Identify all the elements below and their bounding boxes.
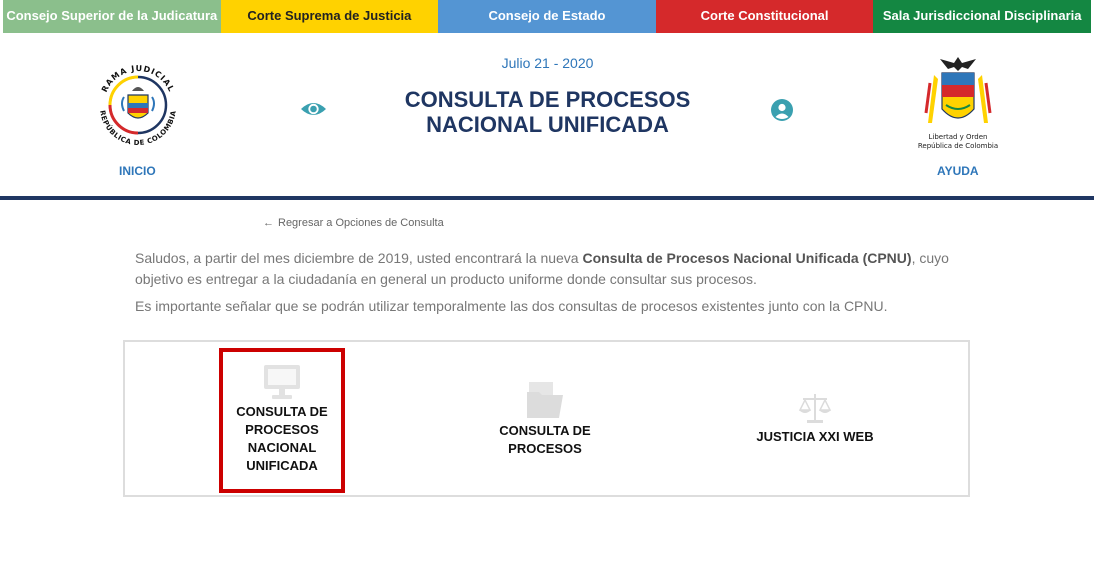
tab-corte-suprema[interactable]: Corte Suprema de Justicia bbox=[220, 0, 439, 33]
arrow-left-icon: ← bbox=[263, 217, 274, 229]
page-title-line1: CONSULTA DE PROCESOS bbox=[404, 87, 691, 112]
page-date: Julio 21 - 2020 bbox=[501, 55, 594, 71]
cpnu-highlight: Consulta de Procesos Nacional Unificada … bbox=[582, 250, 912, 266]
scales-icon bbox=[798, 394, 832, 423]
back-to-options-link[interactable]: ← Regresar a Opciones de Consulta bbox=[263, 217, 444, 229]
top-institution-tabs: Consejo Superior de la Judicatura Corte … bbox=[3, 0, 1091, 33]
tab-consejo-estado[interactable]: Consejo de Estado bbox=[438, 0, 656, 33]
intro-paragraph-2: Es importante señalar que se podrán util… bbox=[135, 298, 888, 314]
svg-text:República de Colombia: República de Colombia bbox=[918, 142, 998, 150]
page-title-line2: NACIONAL UNIFICADA bbox=[426, 112, 669, 137]
header-divider bbox=[0, 196, 1094, 200]
svg-text:Libertad y Orden: Libertad y Orden bbox=[929, 133, 988, 141]
folder-icon bbox=[527, 382, 563, 418]
option-cpnu-label: CONSULTA DE PROCESOS NACIONAL UNIFICADA bbox=[236, 404, 328, 473]
option-consulta-procesos[interactable]: CONSULTA DE PROCESOS bbox=[485, 380, 605, 458]
intro-text: Saludos, a partir del mes diciembre de 2… bbox=[135, 248, 965, 323]
page-header: RAMA JUDICIAL REPÚBLICA DE COLOMBIA INIC… bbox=[0, 33, 1094, 197]
user-circle-icon[interactable] bbox=[771, 99, 793, 121]
consulta-options-panel: CONSULTA DE PROCESOS NACIONAL UNIFICADA … bbox=[123, 340, 970, 497]
intro-paragraph-1: Saludos, a partir del mes diciembre de 2… bbox=[135, 250, 949, 287]
tab-sala-disciplinaria[interactable]: Sala Jurisdiccional Disciplinaria bbox=[873, 0, 1091, 33]
option-cpnu[interactable]: CONSULTA DE PROCESOS NACIONAL UNIFICADA bbox=[219, 348, 345, 493]
tab-consejo-superior[interactable]: Consejo Superior de la Judicatura bbox=[3, 0, 221, 33]
option-justicia-xxi-label: JUSTICIA XXI WEB bbox=[756, 429, 874, 444]
monitor-icon bbox=[264, 365, 300, 399]
eye-icon[interactable] bbox=[300, 99, 327, 119]
page-title: CONSULTA DE PROCESOS NACIONAL UNIFICADA bbox=[360, 87, 735, 137]
tab-corte-constitucional[interactable]: Corte Constitucional bbox=[655, 0, 874, 33]
rama-judicial-logo[interactable]: RAMA JUDICIAL REPÚBLICA DE COLOMBIA bbox=[90, 57, 186, 153]
colombia-coat-of-arms-logo[interactable]: Libertad y Orden República de Colombia bbox=[916, 53, 1000, 153]
back-link-label: Regresar a Opciones de Consulta bbox=[278, 217, 444, 229]
nav-ayuda[interactable]: AYUDA bbox=[937, 164, 979, 178]
nav-inicio[interactable]: INICIO bbox=[119, 164, 156, 178]
option-consulta-procesos-label: CONSULTA DE PROCESOS bbox=[499, 423, 591, 456]
option-justicia-xxi[interactable]: JUSTICIA XXI WEB bbox=[725, 392, 905, 446]
